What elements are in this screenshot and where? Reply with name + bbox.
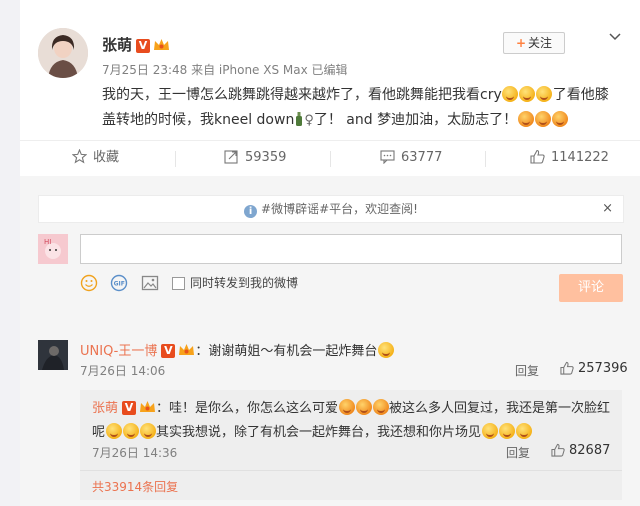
post-text-part-3: 了！ and 梦迪加油，太励志了！: [313, 112, 518, 128]
author-avatar[interactable]: [38, 28, 88, 78]
forward-checkbox[interactable]: [172, 277, 185, 290]
comment-button[interactable]: 63777: [380, 141, 442, 175]
action-divider: [175, 151, 176, 167]
like-count: 1141222: [551, 150, 609, 165]
post-text: 我的天，王一博怎么跳舞跳得越来越炸了，看他跳舞能把我看cry 了看他膝盖转地的时候…: [102, 83, 622, 133]
action-divider: [330, 151, 331, 167]
like-icon: [560, 361, 574, 375]
plus-icon: +: [515, 36, 527, 50]
current-user-avatar: HI: [38, 234, 68, 264]
hands-emoji-icon: [481, 423, 498, 439]
post-meta: 7月25日 23:48 来自 iPhone XS Max 已编辑: [102, 63, 348, 77]
cry-emoji-icon: [519, 86, 536, 102]
comment-input[interactable]: [80, 234, 622, 264]
clap-emoji-icon: [377, 342, 394, 358]
comment-body: UNIQ-王一博 V ：谢谢萌姐～有机会一起炸舞台: [80, 340, 394, 359]
follow-button[interactable]: + 关注: [503, 32, 565, 54]
close-icon[interactable]: ×: [602, 196, 613, 222]
blush-emoji-icon: [355, 399, 372, 415]
comment-like-button[interactable]: 257396: [560, 361, 628, 376]
like-icon: [551, 443, 565, 457]
shy-emoji-icon: [122, 423, 139, 439]
favorite-button[interactable]: 收藏: [71, 141, 120, 175]
member-crown-icon: [179, 344, 195, 355]
member-crown-icon: [154, 39, 170, 50]
rumor-notice-bar: i #微博辟谣#平台，欢迎查阅! ×: [38, 195, 624, 223]
post-action-bar: 收藏 59359 63777 1141222: [20, 140, 640, 175]
forward-count: 59359: [245, 150, 287, 165]
sub-reply-separator: [80, 470, 622, 471]
image-icon[interactable]: [141, 274, 159, 292]
post-text-part-1: 我的天，王一博怎么跳舞跳得越来越炸了，看他跳舞能把我看cry: [102, 87, 502, 103]
comment-like-count: 257396: [578, 361, 628, 376]
comment-reply-button[interactable]: 回复: [515, 362, 539, 379]
info-icon: i: [244, 205, 258, 218]
sub-reply-text-3: 其实我想说，除了有机会一起炸舞台，我还想和你片场见: [156, 425, 482, 440]
emoji-icon[interactable]: [80, 274, 98, 292]
comment-time: 7月26日 14:06: [80, 364, 166, 378]
blush-emoji-icon: [517, 111, 534, 127]
sub-replier-name[interactable]: 张萌: [92, 401, 118, 416]
svg-text:HI: HI: [44, 238, 51, 246]
female-sign-icon: ♀: [304, 113, 314, 128]
author-name[interactable]: 张萌: [102, 36, 132, 54]
blush-emoji-icon: [551, 111, 568, 127]
sub-reply-time: 7月26日 14:36: [92, 446, 178, 460]
cry-emoji-icon: [536, 86, 553, 102]
sub-reply-text-1: ：哇！是你么，你怎么这么可爱: [156, 401, 339, 416]
sub-reply-like-count: 82687: [569, 443, 611, 458]
favorite-label: 收藏: [93, 150, 120, 165]
action-divider: [485, 151, 486, 167]
submit-comment-button[interactable]: 评论: [559, 274, 623, 302]
forward-checkbox-label[interactable]: 同时转发到我的微博: [190, 274, 298, 291]
cry-emoji-icon: [502, 86, 519, 102]
page-margin: [0, 0, 20, 506]
shy-emoji-icon: [105, 423, 122, 439]
comment-count: 63777: [401, 150, 443, 165]
like-button[interactable]: 1141222: [530, 141, 609, 175]
blush-emoji-icon: [338, 399, 355, 415]
verified-badge-icon: V: [136, 39, 151, 53]
forward-icon: [224, 150, 238, 164]
shy-emoji-icon: [139, 423, 156, 439]
commenter-name[interactable]: UNIQ-王一博: [80, 344, 157, 359]
blush-emoji-icon: [534, 111, 551, 127]
gif-icon[interactable]: GIF: [110, 274, 128, 292]
svg-text:GIF: GIF: [114, 281, 125, 288]
commenter-avatar[interactable]: [38, 340, 68, 370]
like-icon: [530, 149, 545, 164]
chevron-down-icon[interactable]: [608, 30, 622, 44]
weibo-card: 张萌 V 7月25日 23:48 来自 iPhone XS Max 已编辑 + 关注…: [20, 0, 640, 506]
notice-text[interactable]: #微博辟谣#平台，欢迎查阅!: [261, 202, 418, 216]
total-replies-link[interactable]: 共33914条回复: [92, 478, 178, 495]
hands-emoji-icon: [498, 423, 515, 439]
follow-label: 关注: [528, 36, 553, 50]
verified-badge-icon: V: [122, 401, 137, 415]
sub-reply-body: 张萌 V ：哇！是你么，你怎么这么可爱 被这么多人回复过，我还是第一次脸红呢 其实我想说…: [92, 397, 612, 445]
blush-emoji-icon: [372, 399, 389, 415]
verified-badge-icon: V: [161, 344, 176, 358]
forward-button[interactable]: 59359: [224, 141, 286, 175]
sub-reply-like-button[interactable]: 82687: [551, 443, 610, 458]
sub-reply-button[interactable]: 回复: [506, 444, 530, 461]
hands-emoji-icon: [515, 423, 532, 439]
member-crown-icon: [140, 401, 156, 412]
star-icon: [71, 148, 88, 164]
bottle-emoji-icon: [296, 112, 303, 126]
page: 张萌 V 7月25日 23:48 来自 iPhone XS Max 已编辑 + 关注…: [0, 0, 640, 506]
author-name-row: 张萌 V: [102, 34, 170, 55]
comment-text: ：谢谢萌姐～有机会一起炸舞台: [195, 344, 378, 359]
comment-icon: [380, 150, 395, 165]
